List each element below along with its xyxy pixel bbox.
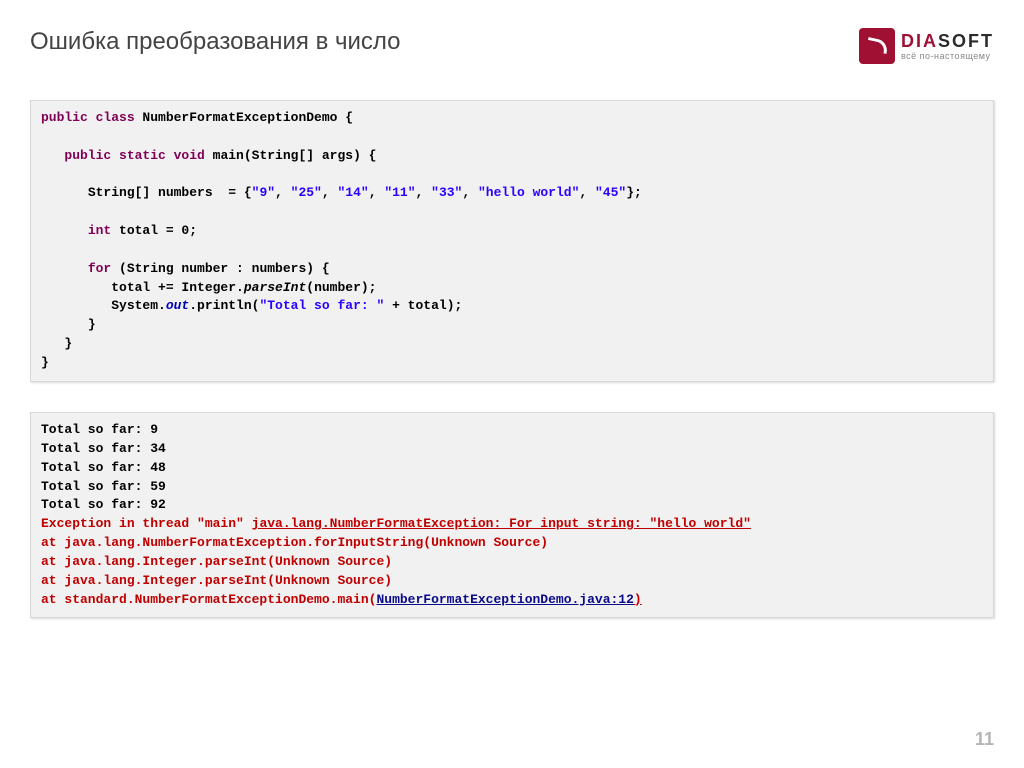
code-keyword: public class <box>41 110 135 125</box>
output-line: Total so far: 59 <box>41 479 166 494</box>
stack-line: at java.lang.NumberFormatException.forIn… <box>41 535 548 550</box>
source-link[interactable]: NumberFormatExceptionDemo.java:12 <box>376 592 633 607</box>
output-line: Total so far: 92 <box>41 497 166 512</box>
brand-name: DIASOFT <box>901 32 994 50</box>
code-keyword: int <box>88 223 111 238</box>
output-line: Total so far: 48 <box>41 460 166 475</box>
stack-line: at java.lang.Integer.parseInt(Unknown So… <box>41 554 392 569</box>
brand-logo: DIASOFT всё по-настоящему <box>859 28 994 64</box>
brand-tagline: всё по-настоящему <box>901 52 994 61</box>
slide-title: Ошибка преобразования в число <box>30 28 401 56</box>
exception-line: Exception in thread "main" java.lang.Num… <box>41 516 751 531</box>
console-output: Total so far: 9 Total so far: 34 Total s… <box>30 412 994 618</box>
brand-text: DIASOFT всё по-настоящему <box>901 32 994 61</box>
stack-line: at standard.NumberFormatExceptionDemo.ma… <box>41 592 642 607</box>
stack-line: at java.lang.Integer.parseInt(Unknown So… <box>41 573 392 588</box>
slide-header: Ошибка преобразования в число DIASOFT вс… <box>30 28 994 64</box>
code-keyword: public static void <box>64 148 204 163</box>
code-keyword: for <box>88 261 111 276</box>
brand-badge-icon <box>859 28 895 64</box>
code-listing: public class NumberFormatExceptionDemo {… <box>30 100 994 382</box>
output-line: Total so far: 9 <box>41 422 158 437</box>
page-number: 11 <box>975 729 994 750</box>
output-line: Total so far: 34 <box>41 441 166 456</box>
